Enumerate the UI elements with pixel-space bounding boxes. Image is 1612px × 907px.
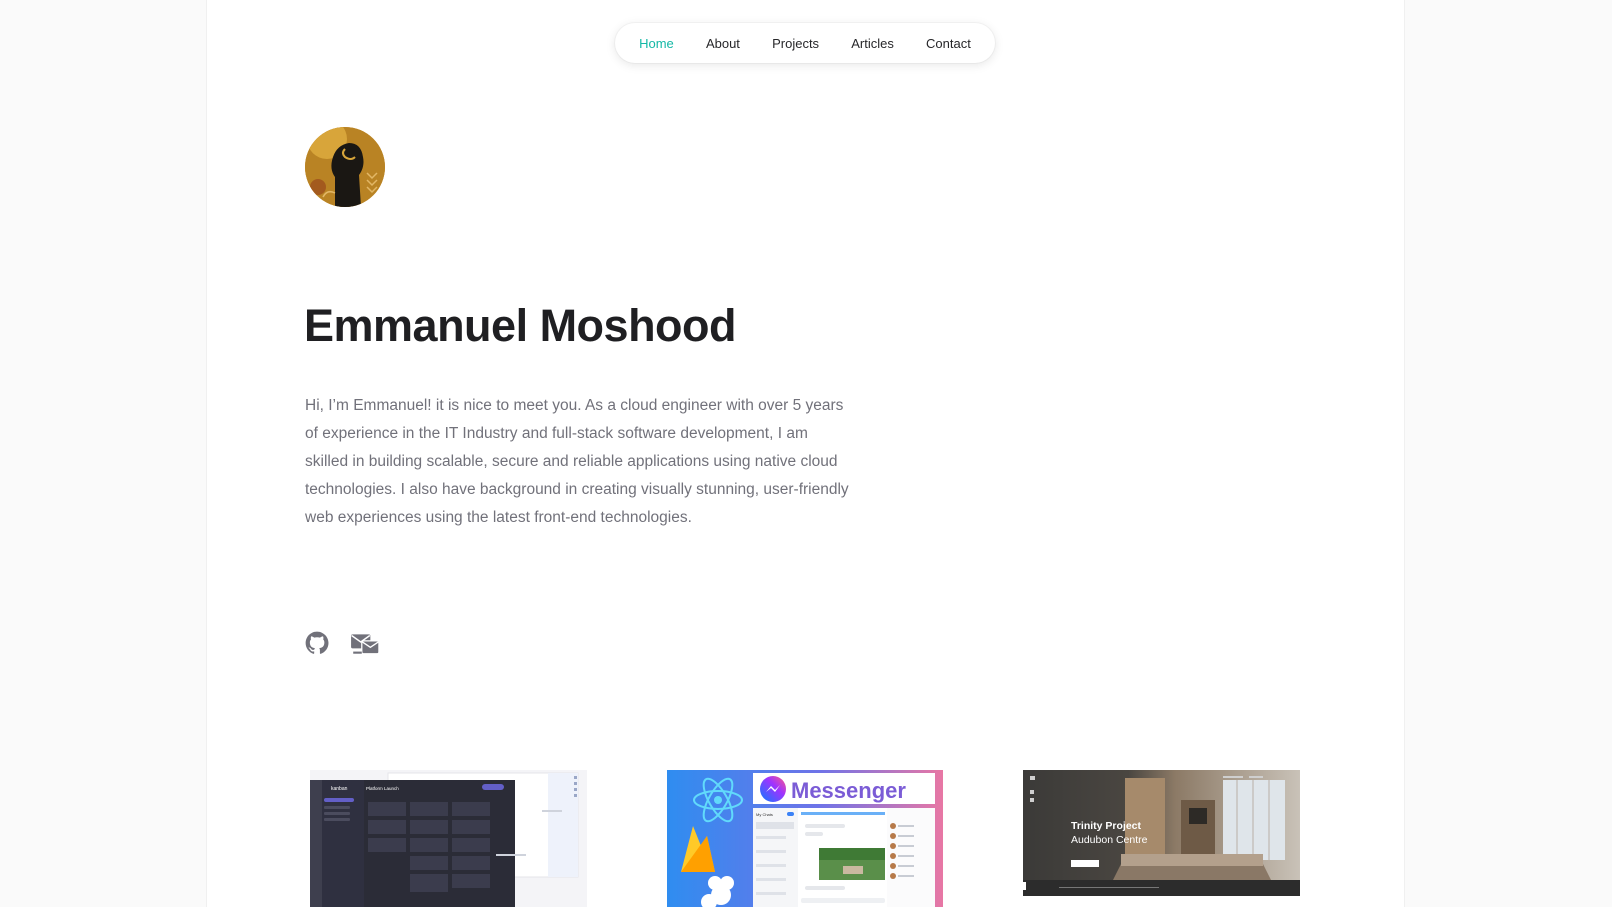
nav-home-link[interactable]: Home bbox=[631, 32, 682, 55]
email-link[interactable] bbox=[350, 630, 380, 661]
github-icon bbox=[305, 631, 329, 654]
messenger-sidebar-title: My Chats bbox=[756, 812, 773, 817]
page-title: Emmanuel Moshood bbox=[304, 300, 737, 351]
nav-about-link[interactable]: About bbox=[698, 32, 748, 55]
kanban-logo-text: kanban bbox=[331, 786, 348, 792]
avatar[interactable] bbox=[305, 127, 385, 207]
kanban-board-title: Platform Launch bbox=[366, 786, 399, 791]
project-thumbnail-trinity[interactable]: Trinity Project Audubon Centre bbox=[1023, 770, 1300, 896]
avatar-illustration bbox=[305, 127, 385, 207]
project-thumbnail-kanban[interactable]: kanban Platform Launch bbox=[310, 770, 587, 907]
messenger-logo-text: Messenger bbox=[791, 778, 906, 803]
mail-icon bbox=[351, 634, 380, 655]
trinity-subtitle: Audubon Centre bbox=[1071, 834, 1148, 846]
github-link[interactable] bbox=[304, 630, 330, 661]
bio-text: Hi, I’m Emmanuel! it is nice to meet you… bbox=[305, 397, 849, 526]
project-thumbnail-messenger[interactable]: Messenger My Chats bbox=[667, 770, 943, 907]
trinity-screenshot: Trinity Project Audubon Centre bbox=[1023, 770, 1300, 896]
nav-projects-link[interactable]: Projects bbox=[764, 32, 827, 55]
nav-contact-link[interactable]: Contact bbox=[918, 32, 979, 55]
kanban-screenshot: kanban Platform Launch bbox=[310, 770, 587, 907]
social-links bbox=[304, 630, 380, 661]
messenger-screenshot: Messenger My Chats bbox=[667, 770, 943, 907]
nav-articles-link[interactable]: Articles bbox=[843, 32, 902, 55]
top-nav: Home About Projects Articles Contact bbox=[615, 23, 995, 63]
trinity-title: Trinity Project bbox=[1071, 820, 1142, 832]
